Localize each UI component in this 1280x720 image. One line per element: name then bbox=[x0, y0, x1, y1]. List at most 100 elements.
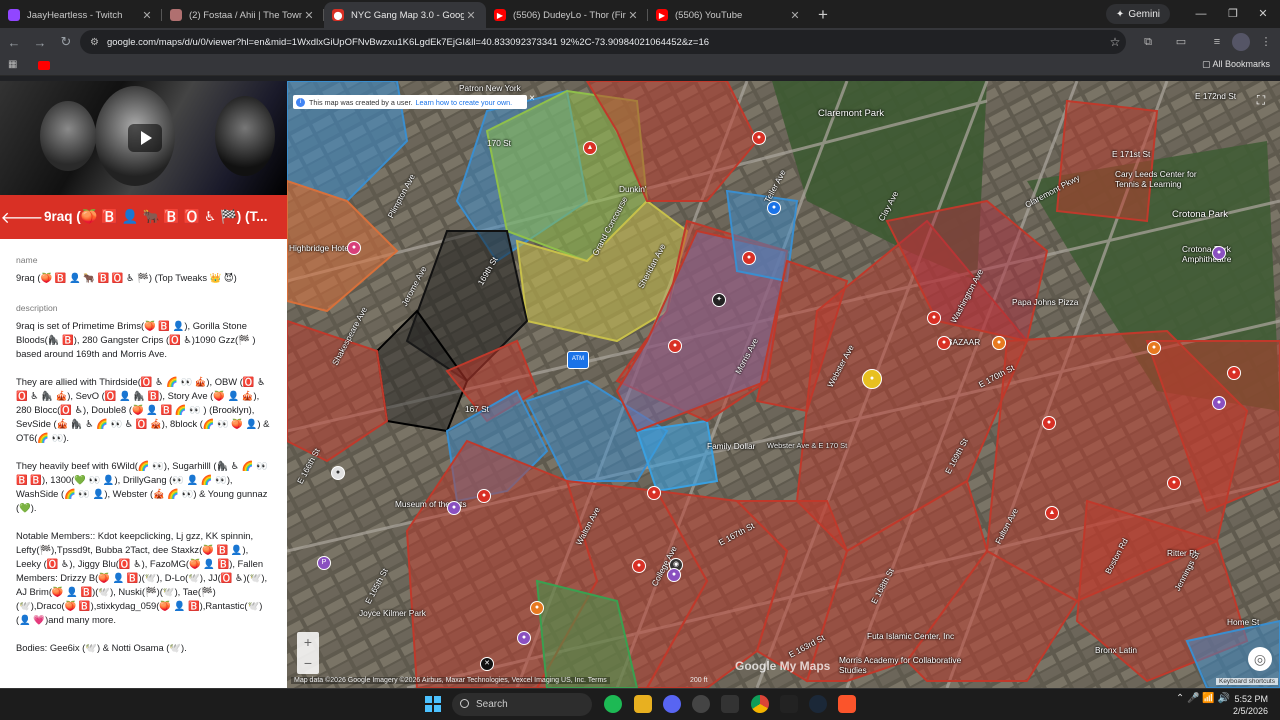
close-tab-icon[interactable]: ✕ bbox=[140, 9, 154, 22]
steam-icon[interactable] bbox=[809, 695, 827, 713]
marker-icon[interactable]: ● bbox=[937, 336, 951, 350]
play-icon[interactable] bbox=[128, 124, 162, 152]
description-paragraph: 9raq is set of Primetime Brims(🍑 🅱️ 👤), … bbox=[16, 320, 256, 359]
attribution-text: Map data ©2026 Google Imagery ©2026 Airb… bbox=[294, 677, 586, 684]
map-label: Dunkin' bbox=[619, 184, 647, 194]
marker-icon[interactable]: ● bbox=[647, 486, 661, 500]
youtube-bookmark-icon[interactable] bbox=[38, 61, 50, 70]
map-label: Cary Leeds Center for Tennis & Learning bbox=[1115, 169, 1197, 189]
marker-icon[interactable]: ▲ bbox=[1045, 506, 1059, 520]
zoom-control: + − bbox=[297, 632, 319, 674]
marker-icon[interactable]: ● bbox=[752, 131, 766, 145]
map-canvas[interactable]: i This map was created by a user. Learn … bbox=[287, 81, 1280, 688]
marker-icon[interactable]: ● bbox=[767, 201, 781, 215]
tab-towns[interactable]: (2) Fostaa / Ahii | The Towns Ro ✕ bbox=[162, 2, 324, 28]
reload-icon[interactable]: ↻ bbox=[54, 30, 78, 54]
minimize-button[interactable]: — bbox=[1186, 4, 1216, 24]
marker-icon[interactable]: ● bbox=[517, 631, 531, 645]
info-icon: i bbox=[296, 97, 305, 107]
twitch-icon bbox=[8, 9, 20, 21]
marker-icon[interactable]: ● bbox=[331, 466, 345, 480]
marker-icon[interactable]: ● bbox=[1147, 341, 1161, 355]
tab-youtube[interactable]: ▶ (5506) YouTube ✕ bbox=[648, 2, 810, 28]
site-info-icon[interactable]: ⚙ bbox=[90, 37, 99, 48]
marker-icon[interactable]: ✦ bbox=[712, 293, 726, 307]
marker-icon[interactable]: ● bbox=[668, 339, 682, 353]
forward-icon[interactable]: → bbox=[28, 30, 52, 54]
marker-icon[interactable]: ● bbox=[347, 241, 361, 255]
tab-twitch[interactable]: JaayHeartless - Twitch ✕ bbox=[0, 2, 162, 28]
terms-link[interactable]: Terms bbox=[588, 677, 607, 684]
marker-icon[interactable]: ● bbox=[1212, 246, 1226, 260]
epic-games-icon[interactable] bbox=[721, 695, 739, 713]
map-label: E 172nd St bbox=[1195, 91, 1237, 101]
restore-button[interactable]: ❐ bbox=[1218, 4, 1248, 24]
territory-red[interactable] bbox=[1055, 99, 1159, 223]
close-tab-icon[interactable]: ✕ bbox=[788, 9, 802, 22]
marker-icon[interactable]: ✕ bbox=[480, 657, 494, 671]
profile-avatar[interactable] bbox=[1232, 33, 1250, 51]
marker-icon[interactable]: ● bbox=[632, 559, 646, 573]
marker-icon[interactable]: ● bbox=[1227, 366, 1241, 380]
search-label: Search bbox=[476, 699, 508, 710]
tab-gang-map[interactable]: ⬤ NYC Gang Map 3.0 - Google M ✕ bbox=[324, 2, 486, 28]
marker-icon[interactable]: ● bbox=[742, 251, 756, 265]
marker-icon[interactable]: ● bbox=[927, 311, 941, 325]
spotify-icon[interactable] bbox=[604, 695, 622, 713]
url-text[interactable]: google.com/maps/d/u/0/viewer?hl=en&mid=1… bbox=[107, 37, 1104, 48]
brave-icon[interactable] bbox=[838, 695, 856, 713]
marker-icon[interactable]: ● bbox=[667, 568, 681, 582]
video-thumbnail[interactable] bbox=[0, 81, 287, 195]
description-paragraph: Bodies: Gee6ix (🕊️) & Notti Osama (🕊️). bbox=[16, 642, 187, 653]
back-arrow-icon[interactable]: 🡐 bbox=[0, 207, 44, 228]
taskbar-search[interactable]: Search bbox=[452, 693, 592, 716]
marker-icon[interactable]: P bbox=[317, 556, 331, 570]
notice-link[interactable]: Learn how to create your own. bbox=[415, 98, 512, 107]
media-icon[interactable]: ≡ bbox=[1208, 33, 1226, 51]
clock[interactable]: 5:52 PM 2/5/2026 bbox=[1233, 693, 1268, 717]
gemini-button[interactable]: ✦ Gemini bbox=[1105, 4, 1170, 24]
marker-icon[interactable]: ● bbox=[992, 336, 1006, 350]
zoom-out-button[interactable]: − bbox=[297, 653, 319, 674]
address-bar[interactable]: ⚙ google.com/maps/d/u/0/viewer?hl=en&mid… bbox=[80, 30, 1126, 54]
menu-icon[interactable]: ⋮ bbox=[1257, 33, 1275, 51]
close-tab-icon[interactable]: ✕ bbox=[302, 9, 316, 22]
back-icon[interactable]: ← bbox=[2, 30, 26, 54]
my-location-button[interactable]: ◎ bbox=[1248, 647, 1272, 671]
marker-icon[interactable]: ● bbox=[1212, 396, 1226, 410]
close-tab-icon[interactable]: ✕ bbox=[626, 9, 640, 22]
description-label: description bbox=[16, 303, 58, 313]
bookmark-star-icon[interactable]: ☆ bbox=[1104, 35, 1126, 49]
marker-icon[interactable]: ● bbox=[1167, 476, 1181, 490]
windows-start-icon[interactable] bbox=[425, 696, 441, 712]
discord-icon[interactable] bbox=[663, 695, 681, 713]
chrome-icon[interactable] bbox=[751, 695, 769, 713]
system-tray[interactable]: ⌃ 🎤 📶 🔊 bbox=[1176, 693, 1230, 704]
fullscreen-icon[interactable]: ⛶ bbox=[1252, 91, 1270, 109]
tab-thor[interactable]: ▶ (5506) DudeyLo - Thor (First Da ✕ bbox=[486, 2, 648, 28]
marker-icon[interactable]: ● bbox=[530, 601, 544, 615]
close-window-button[interactable]: ✕ bbox=[1248, 4, 1278, 24]
marker-icon[interactable]: ▲ bbox=[583, 141, 597, 155]
map-label: 167 St bbox=[465, 404, 489, 414]
close-tab-icon[interactable]: ✕ bbox=[464, 9, 478, 22]
new-tab-button[interactable]: + bbox=[810, 2, 836, 28]
map-label: BAZAAR bbox=[947, 337, 981, 347]
map-label: Highbridge Hotel bbox=[289, 243, 351, 253]
keyboard-shortcuts-link[interactable]: Keyboard shortcuts bbox=[1215, 678, 1278, 685]
bee-icon[interactable]: ● bbox=[862, 369, 882, 389]
apps-grid-icon[interactable]: ▦ bbox=[8, 59, 17, 70]
settings-icon[interactable] bbox=[692, 695, 710, 713]
extensions-icon[interactable]: ⧉ bbox=[1139, 33, 1157, 51]
file-explorer-icon[interactable] bbox=[634, 695, 652, 713]
marker-icon[interactable]: ● bbox=[1042, 416, 1056, 430]
app-icon[interactable] bbox=[780, 695, 798, 713]
tab-title: (5506) DudeyLo - Thor (First Da bbox=[513, 9, 626, 21]
all-bookmarks-link[interactable]: ▢ All Bookmarks bbox=[1202, 59, 1270, 70]
marker-icon[interactable]: ● bbox=[447, 501, 461, 515]
close-notice-icon[interactable]: × bbox=[529, 93, 535, 104]
cast-icon[interactable]: ▭ bbox=[1172, 33, 1190, 51]
atm-icon[interactable]: ATM bbox=[567, 351, 589, 369]
marker-icon[interactable]: ● bbox=[477, 489, 491, 503]
zoom-in-button[interactable]: + bbox=[297, 632, 319, 653]
